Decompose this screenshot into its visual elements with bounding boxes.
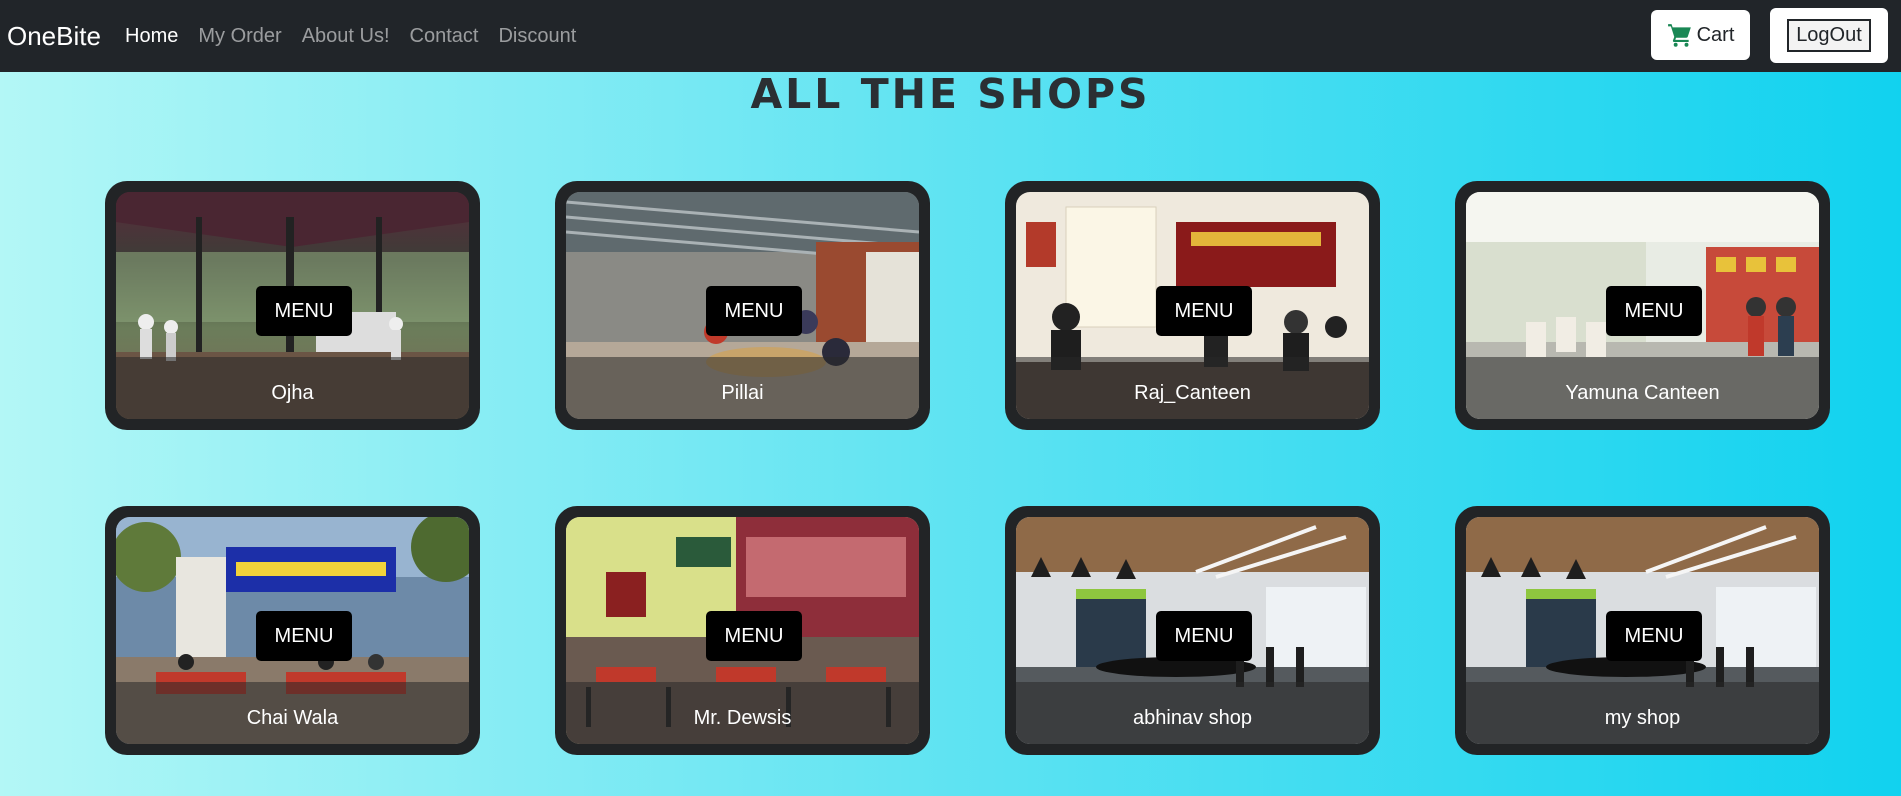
- navbar: OneBite Home My Order About Us! Contact …: [0, 0, 1901, 72]
- brand-logo[interactable]: OneBite: [7, 20, 101, 52]
- shop-name: Yamuna Canteen: [1565, 382, 1720, 404]
- shop-image: abhinav shop MENU: [1016, 517, 1369, 744]
- nav-link-my-order[interactable]: My Order: [198, 24, 281, 48]
- logout-container: LogOut: [1770, 8, 1888, 63]
- menu-button[interactable]: MENU: [1156, 611, 1252, 661]
- shop-image: Raj_Canteen MENU: [1016, 192, 1369, 419]
- menu-button[interactable]: MENU: [706, 611, 802, 661]
- shop-image: Ojha MENU: [116, 192, 469, 419]
- shop-card-my-shop: my shop MENU: [1455, 506, 1830, 755]
- shop-card-ojha: Ojha MENU: [105, 181, 480, 430]
- shop-name: Raj_Canteen: [1134, 382, 1251, 404]
- cart-label: Cart: [1696, 23, 1735, 46]
- menu-button[interactable]: MENU: [1606, 611, 1702, 661]
- menu-button[interactable]: MENU: [706, 286, 802, 336]
- shop-card-yamuna-canteen: Yamuna Canteen MENU: [1455, 181, 1830, 430]
- menu-button[interactable]: MENU: [256, 611, 352, 661]
- page-title: ALL THE SHOPS: [750, 70, 1151, 118]
- menu-button[interactable]: MENU: [1156, 286, 1252, 336]
- shop-name: Mr. Dewsis: [693, 707, 792, 729]
- menu-button[interactable]: MENU: [256, 286, 352, 336]
- nav-link-discount[interactable]: Discount: [498, 24, 576, 48]
- shop-card-mr-dewsis: Mr. Dewsis MENU: [555, 506, 930, 755]
- shop-card-abhinav-shop: abhinav shop MENU: [1005, 506, 1380, 755]
- menu-button[interactable]: MENU: [1606, 286, 1702, 336]
- shop-image: my shop MENU: [1466, 517, 1819, 744]
- shopping-cart-icon: [1667, 22, 1693, 48]
- shop-image: Pillai MENU: [566, 192, 919, 419]
- shop-name: Pillai: [721, 382, 764, 404]
- shop-card-pillai: Pillai MENU: [555, 181, 930, 430]
- shop-card-chai-wala: Chai Wala MENU: [105, 506, 480, 755]
- logout-button[interactable]: LogOut: [1787, 19, 1871, 52]
- shop-card-raj-canteen: Raj_Canteen MENU: [1005, 181, 1380, 430]
- shop-name: Chai Wala: [246, 707, 339, 729]
- shop-name: Ojha: [271, 382, 314, 404]
- shop-name: abhinav shop: [1133, 707, 1252, 729]
- nav-link-home[interactable]: Home: [125, 24, 178, 48]
- cart-button[interactable]: Cart: [1651, 10, 1750, 60]
- shop-name: my shop: [1604, 707, 1681, 729]
- shop-image: Mr. Dewsis MENU: [566, 517, 919, 744]
- nav-link-contact[interactable]: Contact: [410, 24, 479, 48]
- shop-image: Yamuna Canteen MENU: [1466, 192, 1819, 419]
- shop-image: Chai Wala MENU: [116, 517, 469, 744]
- nav-links: Home My Order About Us! Contact Discount: [125, 24, 596, 48]
- nav-link-about-us[interactable]: About Us!: [302, 24, 390, 48]
